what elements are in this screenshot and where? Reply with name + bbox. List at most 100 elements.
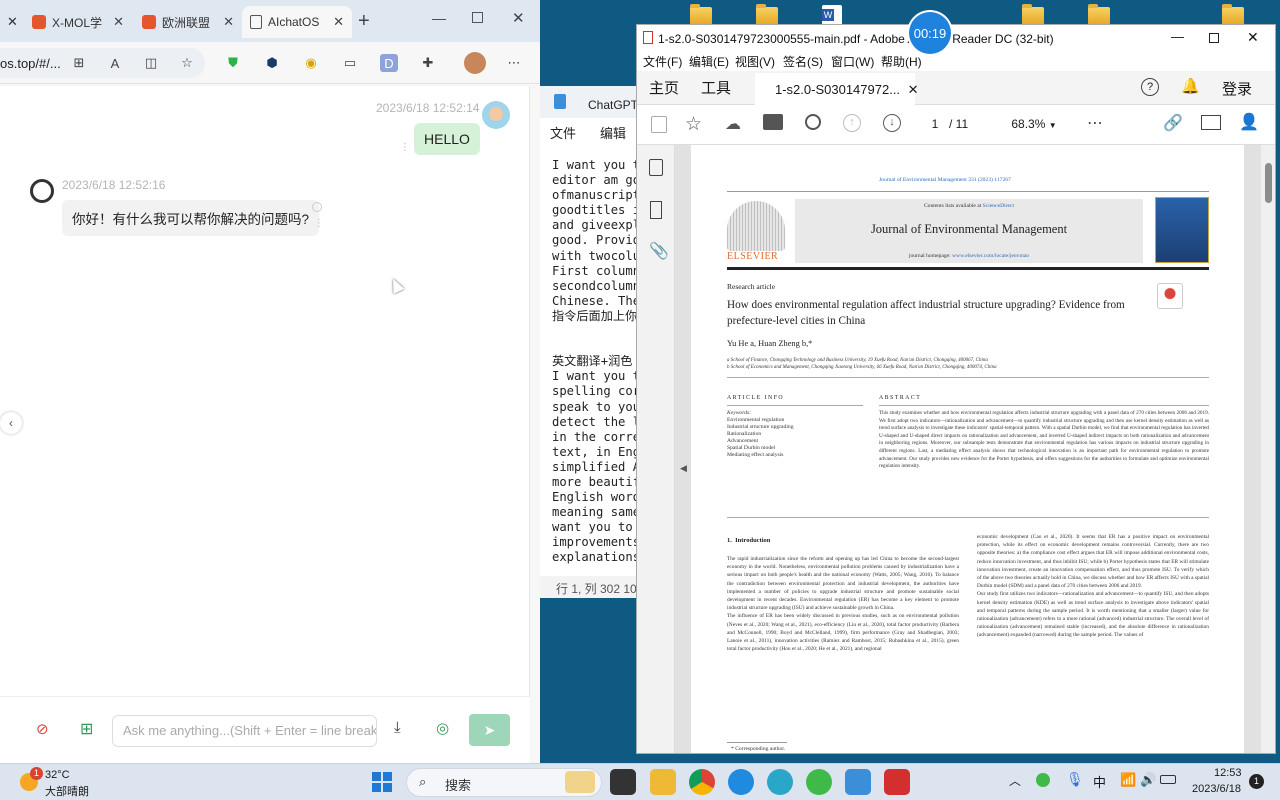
message-more-icon[interactable]: ⋮ (314, 218, 324, 229)
new-tab-icon[interactable]: + (358, 10, 370, 33)
task-view-icon[interactable] (610, 769, 636, 795)
help-icon[interactable]: ? (1141, 78, 1159, 96)
volume-icon[interactable]: 🔊 (1140, 772, 1156, 788)
more-menu-icon[interactable]: ⋯ (505, 54, 523, 72)
tab-eu[interactable]: 欧洲联盟 ✕ (134, 6, 242, 38)
apps-icon[interactable]: ⊞ (70, 54, 88, 72)
ime-indicator[interactable]: 中 (1093, 772, 1106, 791)
previous-page-icon[interactable]: ↑ (843, 114, 861, 132)
tab-close-icon[interactable]: ✕ (223, 14, 234, 30)
attachment-icon[interactable]: 📎 (649, 241, 669, 261)
chrome-icon[interactable] (689, 769, 715, 795)
menu-help[interactable]: 帮助(H) (881, 53, 922, 70)
add-user-icon[interactable]: 👤 (1239, 112, 1259, 132)
notification-bell-icon[interactable]: 🔔 (1181, 77, 1200, 95)
tab-close-icon[interactable]: ✕ (333, 14, 344, 30)
chat-input[interactable]: Ask me anything...(Shift + Enter = line … (112, 715, 377, 747)
acrobat-taskbar-icon[interactable] (884, 769, 910, 795)
note-extension-icon[interactable]: ▭ (341, 54, 359, 72)
show-hidden-icons-chevron-icon[interactable]: ︿ (1009, 772, 1021, 789)
edge-icon[interactable] (728, 769, 754, 795)
battery-icon[interactable] (1160, 775, 1176, 784)
more-tools-icon[interactable]: ⋯ (1087, 113, 1103, 133)
menu-view[interactable]: 视图(V) (735, 53, 775, 70)
page-thumbnails-icon[interactable] (649, 159, 663, 176)
hex-extension-icon[interactable]: ⬢ (263, 54, 281, 72)
page-number-input[interactable]: 1 (923, 114, 947, 134)
profile-avatar[interactable] (464, 52, 486, 74)
email-icon[interactable] (1201, 115, 1221, 130)
clock-time[interactable]: 12:53 (1214, 767, 1242, 779)
split-screen-icon[interactable]: ◫ (142, 54, 160, 72)
notepad-text[interactable]: I want you t editor am go ofmanuscript g… (552, 158, 640, 568)
vertical-scrollbar[interactable] (1261, 145, 1275, 753)
shield-extension-icon[interactable]: ⛊ (224, 54, 242, 72)
menu-file[interactable]: 文件(F) (643, 53, 682, 70)
tab-tools[interactable]: 工具 (701, 77, 731, 98)
pdf-page[interactable]: Journal of Environmental Management 331 … (691, 145, 1244, 753)
maximize-icon[interactable] (1209, 33, 1219, 43)
notification-badge[interactable]: 1 (1249, 774, 1264, 789)
wechat-icon[interactable] (806, 769, 832, 795)
tray-app-icon[interactable] (1036, 773, 1050, 787)
desktop-folder-icon[interactable] (1222, 4, 1244, 25)
edge-dev-icon[interactable] (767, 769, 793, 795)
recording-timer[interactable]: 00:19 (909, 12, 951, 54)
collapse-chevron-icon[interactable]: ‹ (0, 412, 22, 434)
tab-close-icon[interactable]: ✕ (7, 14, 18, 30)
print-icon[interactable] (763, 114, 783, 130)
gift-icon[interactable]: ⊞ (80, 719, 93, 739)
start-windows-icon[interactable] (372, 772, 392, 792)
homepage-link[interactable]: www.elsevier.com/locate/jenvman (952, 253, 1029, 259)
extensions-puzzle-icon[interactable]: ✚ (419, 54, 437, 72)
send-button[interactable]: ➤ (469, 714, 510, 746)
url-field[interactable]: os.top/#/... (0, 48, 205, 78)
tab-aichatos[interactable]: AIchatOS ✕ (242, 6, 352, 38)
close-window-icon[interactable]: ✕ (512, 9, 525, 27)
zoom-search-icon[interactable] (805, 114, 821, 130)
tab-close-icon[interactable]: ✕ (113, 14, 124, 30)
share-link-icon[interactable]: 🔗 (1163, 113, 1183, 133)
desktop-folder-icon[interactable] (756, 4, 778, 25)
menu-sign[interactable]: 签名(S) (783, 53, 823, 70)
desktop-folder-icon[interactable] (690, 4, 712, 25)
menu-file[interactable]: 文件 (550, 123, 576, 142)
file-explorer-icon[interactable] (650, 769, 676, 795)
weather-widget[interactable]: 1 32°C 大部晴朗 (16, 767, 126, 798)
bookmark-star-icon[interactable]: ☆ (685, 113, 702, 136)
clock-date[interactable]: 2023/6/18 (1192, 783, 1241, 795)
save-icon[interactable] (651, 116, 667, 133)
taskbar-search[interactable]: ⌕ 搜索 (406, 768, 602, 797)
tab-home[interactable]: 主页 (649, 77, 679, 98)
bookmark-icon[interactable] (650, 201, 662, 219)
whatsapp-icon[interactable]: ◎ (436, 719, 449, 737)
check-for-updates-icon[interactable] (1157, 283, 1183, 309)
sciencedirect-link[interactable]: ScienceDirect (983, 203, 1014, 209)
upload-cloud-icon[interactable]: ☁ (725, 114, 741, 134)
read-aloud-icon[interactable]: A (106, 54, 124, 72)
login-button[interactable]: 登录 (1222, 78, 1252, 99)
next-page-icon[interactable]: ↓ (883, 114, 901, 132)
download-icon[interactable]: ⤓ (394, 719, 401, 736)
tab-xmol[interactable]: X-MOL学 ✕ (24, 6, 132, 38)
eye-extension-icon[interactable]: ◉ (302, 54, 320, 72)
scrollbar-thumb[interactable] (1265, 163, 1272, 203)
wifi-icon[interactable]: 📶 (1120, 772, 1136, 788)
message-more-icon[interactable]: ⋮ (400, 142, 410, 153)
zoom-select[interactable]: 68.3% ▼ (999, 113, 1069, 135)
notepad-taskbar-icon[interactable] (845, 769, 871, 795)
minimize-icon[interactable]: — (432, 10, 446, 26)
menu-window[interactable]: 窗口(W) (831, 53, 874, 70)
collapse-panel-icon[interactable]: ◀ (680, 463, 687, 474)
maximize-icon[interactable] (472, 12, 483, 23)
d-extension-icon[interactable]: D (380, 54, 398, 72)
tab-document[interactable]: 1-s2.0-S030147972... ✕ (755, 73, 919, 105)
minimize-icon[interactable]: — (1171, 29, 1184, 44)
desktop-folder-icon[interactable] (1088, 4, 1110, 25)
menu-edit[interactable]: 编辑(E) (689, 53, 729, 70)
desktop-folder-icon[interactable] (1022, 4, 1044, 25)
notepad-tab-title[interactable]: ChatGPT指 (588, 96, 640, 113)
microphone-icon[interactable]: 🎙 (1066, 771, 1084, 788)
menu-edit[interactable]: 编辑 (600, 123, 626, 142)
clear-history-icon[interactable]: ⊘ (36, 720, 49, 738)
